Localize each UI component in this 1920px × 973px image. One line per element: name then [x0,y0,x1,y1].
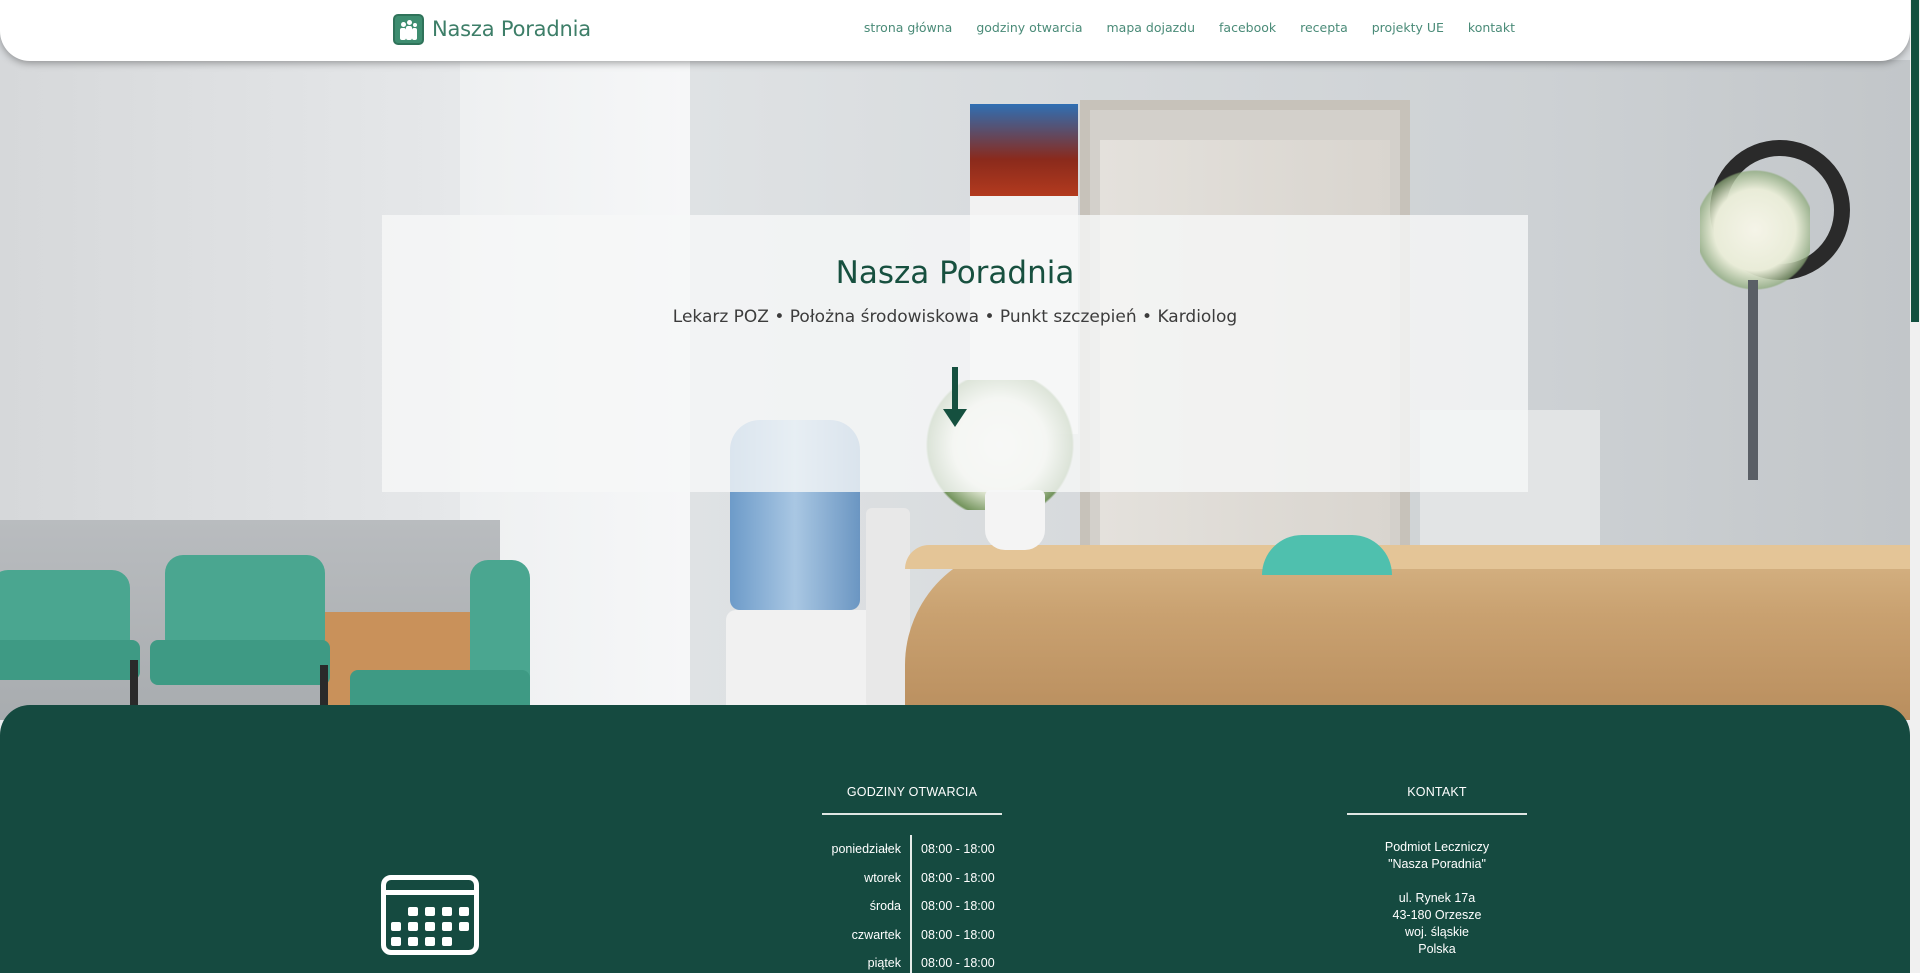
nav-recepta[interactable]: recepta [1300,20,1348,35]
contact-line: "Nasza Poradnia" [1388,857,1486,871]
contact-line: Polska [1418,942,1456,956]
arrow-down-icon[interactable] [943,367,967,427]
hours-row: poniedziałek 08:00 - 18:00 [822,835,1002,864]
opening-hours: GODZINY OTWARCIA poniedziałek 08:00 - 18… [822,785,1002,973]
hours-row: wtorek 08:00 - 18:00 [822,863,1002,892]
calendar-icon [381,875,479,955]
hero-card: Nasza Poradnia Lekarz POZ • Położna środ… [382,215,1528,492]
contact-section: KONTAKT Podmiot Leczniczy "Nasza Poradni… [1347,785,1527,958]
contact-heading: KONTAKT [1407,785,1467,799]
hours-row: środa 08:00 - 18:00 [822,892,1002,921]
hours-table: poniedziałek 08:00 - 18:00 wtorek 08:00 … [822,835,1002,973]
hours-day: wtorek [822,863,912,892]
site-header: Nasza Poradnia strona główna godziny otw… [0,0,1910,61]
main-nav: strona główna godziny otwarcia mapa doja… [840,20,1515,35]
divider [822,813,1002,815]
hours-day: środa [822,892,912,921]
hours-row: czwartek 08:00 - 18:00 [822,920,1002,949]
scrollbar-thumb[interactable] [1911,0,1919,322]
hours-time: 08:00 - 18:00 [921,842,995,857]
hours-day: czwartek [822,920,912,949]
contact-line: woj. śląskie [1405,925,1469,939]
hours-time: 08:00 - 18:00 [921,899,995,914]
hours-time: 08:00 - 18:00 [921,870,995,885]
hero-subtitle: Lekarz POZ • Położna środowiskowa • Punk… [672,307,1238,327]
hours-day: poniedziałek [822,835,912,864]
contact-line: Podmiot Leczniczy [1384,840,1490,854]
hours-time: 08:00 - 18:00 [921,927,995,942]
hours-day: piątek [822,949,912,973]
contact-address: Podmiot Leczniczy "Nasza Poradnia" ul. R… [1347,839,1527,958]
hours-time: 08:00 - 18:00 [921,956,995,971]
contact-line: 43-180 Orzesze [1392,908,1482,922]
nav-facebook[interactable]: facebook [1219,20,1276,35]
hero-title: Nasza Poradnia [835,255,1075,291]
nav-strona-glowna[interactable]: strona główna [864,20,952,35]
site-logo[interactable]: Nasza Poradnia [393,13,591,45]
contact-line: ul. Rynek 17a [1398,891,1476,905]
nav-godziny-otwarcia[interactable]: godziny otwarcia [976,20,1082,35]
divider [1347,813,1527,815]
logo-text: Nasza Poradnia [432,17,591,41]
nav-mapa-dojazdu[interactable]: mapa dojazdu [1106,20,1195,35]
nav-projekty-ue[interactable]: projekty UE [1372,20,1444,35]
nav-kontakt[interactable]: kontakt [1468,20,1515,35]
family-logo-icon [393,13,424,45]
hours-row: piątek 08:00 - 18:00 [822,949,1002,973]
opening-hours-heading: GODZINY OTWARCIA [846,785,978,799]
